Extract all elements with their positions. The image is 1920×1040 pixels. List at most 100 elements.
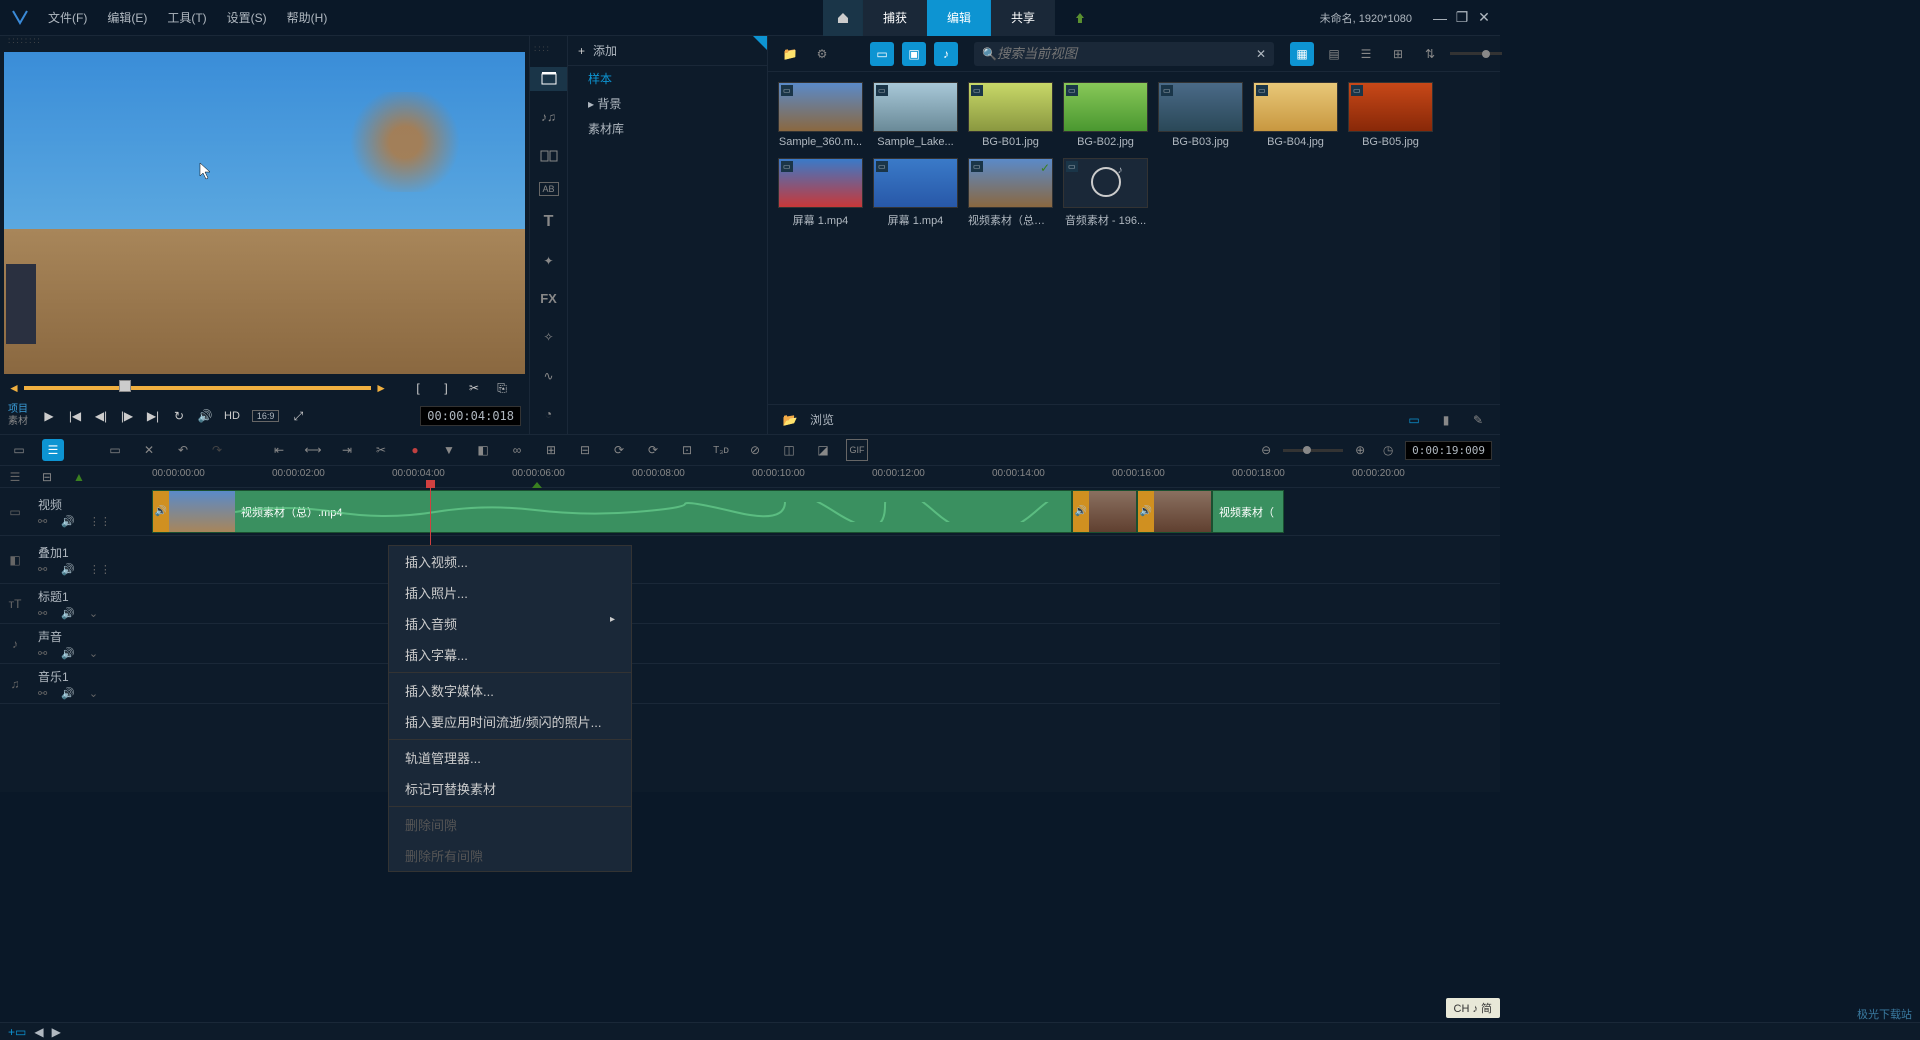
- tab-share[interactable]: 共享: [991, 0, 1055, 36]
- zoom-out-icon[interactable]: ⊖: [1255, 439, 1277, 461]
- search-input[interactable]: [997, 46, 1256, 61]
- context-menu-item[interactable]: 插入照片...: [389, 577, 631, 608]
- menu-tools[interactable]: 工具(T): [163, 7, 210, 28]
- close-button[interactable]: ✕: [1476, 10, 1492, 26]
- preview-scrubber[interactable]: ◄ ► [ ] ✂ ⎘: [0, 378, 529, 398]
- context-menu-item[interactable]: 轨道管理器...: [389, 742, 631, 773]
- footer-layout-icon[interactable]: ▭: [1402, 408, 1426, 432]
- undo-icon[interactable]: ↶: [172, 439, 194, 461]
- clear-search-icon[interactable]: ✕: [1256, 47, 1266, 61]
- track-voice[interactable]: [152, 624, 1500, 664]
- group-icon[interactable]: ⊞: [540, 439, 562, 461]
- track-header-music[interactable]: 音乐1 ⚯🔊⌄: [30, 664, 152, 704]
- storyboard-view-icon[interactable]: ▭: [8, 439, 30, 461]
- view-large-icon[interactable]: ▦: [1290, 42, 1314, 66]
- split-clip-icon[interactable]: ✂: [370, 439, 392, 461]
- chapter-icon[interactable]: ◧: [472, 439, 494, 461]
- sidebar-audio[interactable]: ♪♫: [530, 105, 567, 129]
- media-item[interactable]: ▭Sample_360.m...: [778, 82, 863, 148]
- media-item[interactable]: ▭BG-B03.jpg: [1158, 82, 1243, 148]
- track-overlay[interactable]: [152, 536, 1500, 584]
- filter-video-icon[interactable]: ▭: [870, 42, 894, 66]
- preview-viewport[interactable]: [4, 52, 525, 374]
- sidebar-text[interactable]: T: [530, 210, 567, 234]
- add-icon[interactable]: +: [578, 44, 585, 58]
- sidebar-titles[interactable]: AB: [539, 182, 559, 196]
- ime-badge[interactable]: CH ♪ 简: [1446, 998, 1501, 1018]
- sidebar-fx[interactable]: FX: [530, 287, 567, 311]
- text-3d-icon[interactable]: T₃ᴅ: [710, 439, 732, 461]
- context-menu-item[interactable]: 插入音频: [389, 608, 631, 639]
- hd-toggle[interactable]: HD: [220, 410, 244, 422]
- timeline-view-icon[interactable]: ☰: [42, 439, 64, 461]
- media-item[interactable]: ▭BG-B05.jpg: [1348, 82, 1433, 148]
- track-select-icon[interactable]: ⊟: [36, 466, 58, 488]
- open-folder-icon[interactable]: 📂: [778, 408, 802, 432]
- prev-frame-button[interactable]: ◀|: [90, 405, 112, 427]
- clip-video-4[interactable]: 视频素材（: [1212, 490, 1284, 533]
- sidebar-overlay[interactable]: ✦: [530, 248, 567, 272]
- restore-button[interactable]: ❐: [1454, 10, 1470, 26]
- sidebar-speed[interactable]: ◔: [530, 402, 567, 426]
- sidebar-motion[interactable]: ∿: [530, 363, 567, 387]
- track-header-overlay[interactable]: 叠加1 ⚯🔊⋮⋮: [30, 536, 152, 584]
- menu-settings[interactable]: 设置(S): [223, 7, 271, 28]
- freeze-icon[interactable]: ⊡: [676, 439, 698, 461]
- media-item[interactable]: ▭Sample_Lake...: [873, 82, 958, 148]
- lib-item-library[interactable]: 素材库: [568, 116, 767, 141]
- fit-timeline-icon[interactable]: ◷: [1377, 439, 1399, 461]
- context-menu-item[interactable]: 标记可替换素材: [389, 773, 631, 804]
- preview-timecode[interactable]: 00:00:04:018: [420, 406, 521, 426]
- aspect-ratio[interactable]: 16:9: [252, 410, 280, 422]
- media-item[interactable]: ▭BG-B02.jpg: [1063, 82, 1148, 148]
- footer-battery-icon[interactable]: ▮: [1434, 408, 1458, 432]
- loop-button[interactable]: ↻: [168, 405, 190, 427]
- media-item[interactable]: ▭屏幕 1.mp4: [778, 158, 863, 228]
- panel-grabber[interactable]: ::::::::: [0, 36, 529, 48]
- context-menu-item[interactable]: 插入数字媒体...: [389, 675, 631, 706]
- go-end-button[interactable]: ▶|: [142, 405, 164, 427]
- ungroup-icon[interactable]: ⊟: [574, 439, 596, 461]
- menu-help[interactable]: 帮助(H): [283, 7, 332, 28]
- scroll-right-icon[interactable]: ▶: [52, 1025, 61, 1039]
- tab-home[interactable]: [823, 0, 863, 36]
- search-box[interactable]: 🔍 ✕: [974, 42, 1274, 66]
- ruler-menu-icon[interactable]: ☰: [0, 466, 30, 488]
- timeline-tracks[interactable]: 00:00:00:0000:00:02:0000:00:04:0000:00:0…: [152, 466, 1500, 792]
- tool-select-icon[interactable]: ▭: [104, 439, 126, 461]
- context-menu-item[interactable]: 插入视频...: [389, 546, 631, 577]
- redo-icon[interactable]: ↷: [206, 439, 228, 461]
- add-button[interactable]: 添加: [593, 42, 617, 59]
- snapshot-icon[interactable]: ⎘: [491, 377, 513, 399]
- tab-edit[interactable]: 编辑: [927, 0, 991, 36]
- menu-edit[interactable]: 编辑(E): [103, 7, 151, 28]
- speed-icon[interactable]: ⟳: [642, 439, 664, 461]
- lock-icon[interactable]: ⚯: [38, 515, 47, 528]
- track-title[interactable]: [152, 584, 1500, 624]
- gif-icon[interactable]: GIF: [846, 439, 868, 461]
- media-item[interactable]: ▭BG-B01.jpg: [968, 82, 1053, 148]
- track-video[interactable]: 🔊 视频素材（总）.mp4 🔊 🔊 视频素材（: [152, 488, 1500, 536]
- sidebar-color[interactable]: ✧: [530, 325, 567, 349]
- track-header-title[interactable]: 标题1 ⚯🔊⌄: [30, 584, 152, 624]
- filter-audio-icon[interactable]: ♪: [934, 42, 958, 66]
- marker-icon[interactable]: ▼: [438, 439, 460, 461]
- mute-icon[interactable]: 🔊: [61, 515, 75, 528]
- track-type-video-icon[interactable]: ▭: [0, 488, 30, 536]
- tool-adjust-icon[interactable]: ✕: [138, 439, 160, 461]
- sidebar-media[interactable]: [530, 67, 567, 91]
- scroll-left-icon[interactable]: ◀: [34, 1025, 43, 1039]
- label-project[interactable]: 项目: [8, 404, 28, 416]
- next-frame-button[interactable]: |▶: [116, 405, 138, 427]
- track-type-voice-icon[interactable]: ♪: [0, 624, 30, 664]
- clip-video-main[interactable]: 🔊 视频素材（总）.mp4: [152, 490, 1072, 533]
- volume-button[interactable]: 🔊: [194, 405, 216, 427]
- timeline-ruler[interactable]: 00:00:00:0000:00:02:0000:00:04:0000:00:0…: [152, 466, 1500, 488]
- track-header-video[interactable]: 视频 ⚯🔊⋮⋮: [30, 488, 152, 536]
- settings-gear-icon[interactable]: ⚙: [810, 42, 834, 66]
- view-list-icon[interactable]: ☰: [1354, 42, 1378, 66]
- view-medium-icon[interactable]: ▤: [1322, 42, 1346, 66]
- tab-capture[interactable]: 捕获: [863, 0, 927, 36]
- zoom-slider[interactable]: [1283, 449, 1343, 452]
- lib-item-background[interactable]: ▸ 背景: [568, 91, 767, 116]
